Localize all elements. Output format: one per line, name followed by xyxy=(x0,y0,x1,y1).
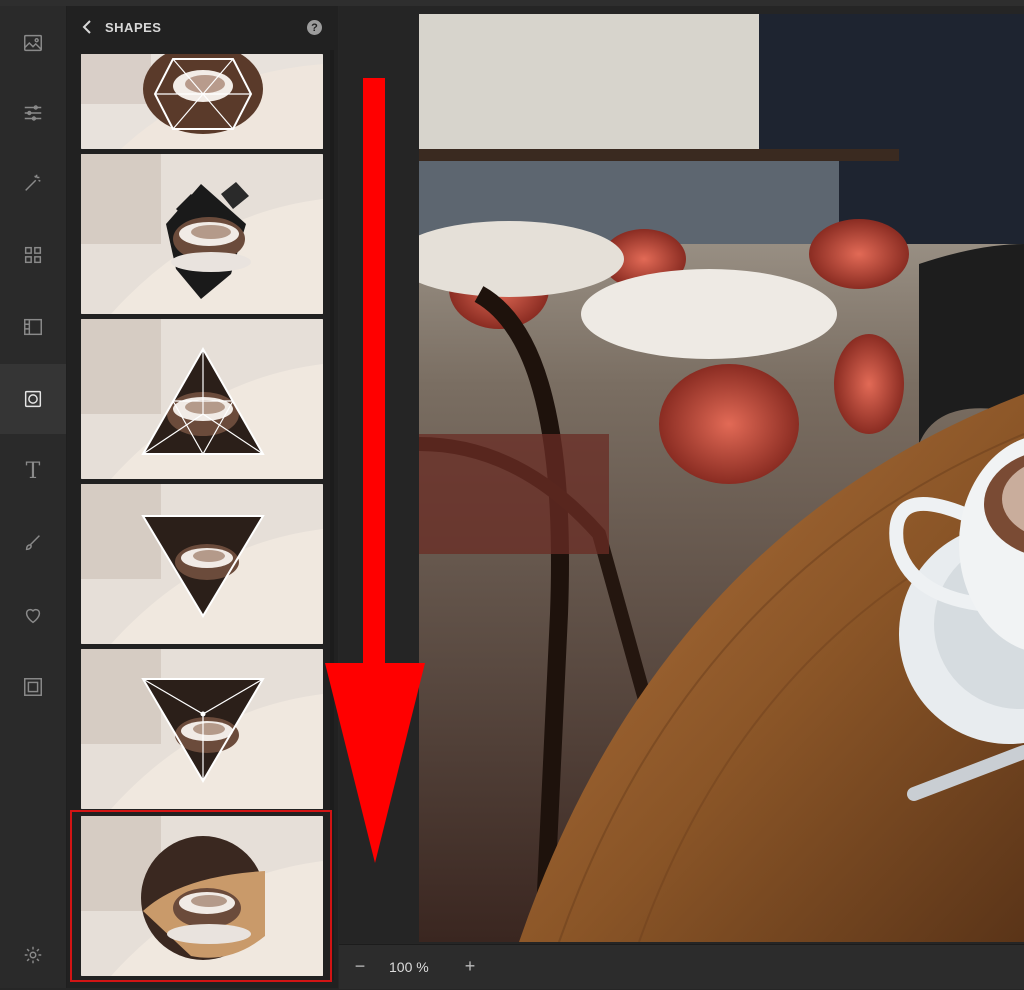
rail-shapes-button[interactable] xyxy=(0,364,66,434)
shape-thumbnail-triangle-up[interactable] xyxy=(81,319,323,479)
rail-settings-button[interactable] xyxy=(0,920,66,990)
zoom-out-button[interactable]: − xyxy=(349,955,371,977)
thumbnail-preview xyxy=(81,154,323,314)
heart-icon xyxy=(25,608,41,624)
rail-frames-button[interactable] xyxy=(0,652,66,722)
thumbnail-preview xyxy=(81,319,323,479)
zoom-in-button[interactable]: + xyxy=(459,955,481,977)
panel-header: SHAPES ? xyxy=(67,6,338,50)
texture-icon xyxy=(24,318,42,336)
gear-icon xyxy=(24,946,42,964)
thumbnail-preview xyxy=(81,816,323,976)
chevron-left-icon[interactable] xyxy=(79,18,97,36)
shape-thumbnail-hexagon[interactable] xyxy=(81,54,323,149)
annotation-arrow-down xyxy=(325,78,425,863)
text-icon: T xyxy=(25,458,41,484)
shapes-panel: SHAPES ? xyxy=(67,6,338,988)
thumbnail-preview xyxy=(81,54,323,149)
shape-thumbnail-diamonds[interactable] xyxy=(81,154,323,314)
magic-wand-icon xyxy=(25,174,41,191)
rail-effects-button[interactable] xyxy=(0,148,66,218)
zoom-level: 100 % xyxy=(389,959,429,975)
frame-shape-icon xyxy=(24,390,42,408)
thumbnail-preview xyxy=(81,484,323,644)
help-icon[interactable]: ? xyxy=(307,20,322,35)
rail-adjust-button[interactable] xyxy=(0,78,66,148)
adjust-sliders-icon xyxy=(24,105,42,121)
panel-title: SHAPES xyxy=(105,20,162,35)
photo-canvas[interactable] xyxy=(419,14,1024,942)
rail-text-button[interactable]: T xyxy=(0,436,66,506)
rail-stickers-button[interactable] xyxy=(0,580,66,650)
shape-thumbnail-circle[interactable] xyxy=(81,816,323,976)
rail-draw-button[interactable] xyxy=(0,508,66,578)
rail-textures-button[interactable] xyxy=(0,292,66,362)
rail-image-button[interactable] xyxy=(0,8,66,78)
rail-collage-button[interactable] xyxy=(0,220,66,290)
thumbnail-preview xyxy=(81,649,323,809)
image-icon xyxy=(24,34,42,52)
grid-icon xyxy=(24,246,42,264)
cafe-photo xyxy=(419,14,1024,942)
tool-rail: T xyxy=(0,6,67,988)
shape-thumbnail-triangle-down-lattice[interactable] xyxy=(81,649,323,809)
shape-thumbnail-triangle-down-frame[interactable] xyxy=(81,484,323,644)
border-icon xyxy=(24,678,42,696)
brush-icon xyxy=(25,535,40,551)
zoom-bar: − 100 % + xyxy=(339,944,1024,989)
